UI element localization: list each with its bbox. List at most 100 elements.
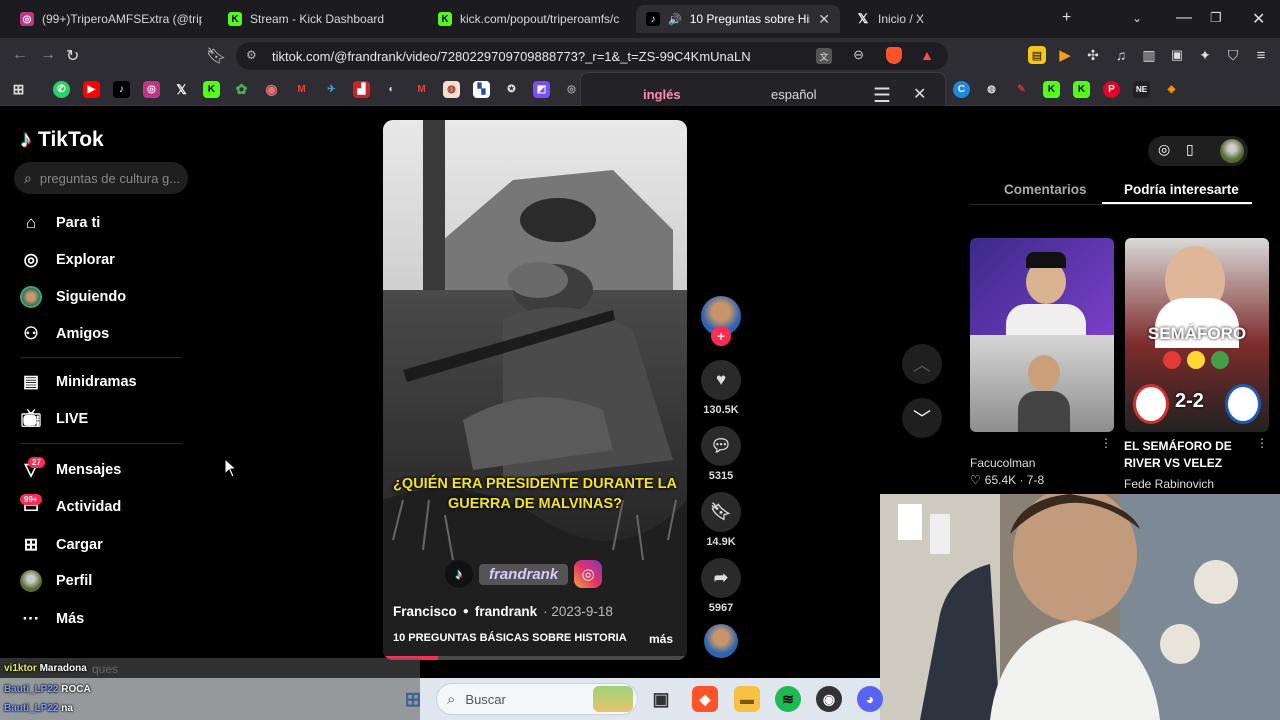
close-icon[interactable]: ✕ bbox=[913, 84, 926, 104]
x-icon[interactable]: 𝕏 bbox=[173, 81, 190, 98]
gmail-icon[interactable]: M bbox=[413, 81, 430, 98]
target-language-tab[interactable]: español bbox=[771, 87, 817, 102]
tiktok-logo[interactable]: ♪ TikTok bbox=[20, 126, 104, 154]
restore-icon[interactable]: ❐ bbox=[1210, 10, 1222, 26]
sidebar-item-perfil[interactable]: Perfil bbox=[20, 570, 92, 592]
card-author[interactable]: Facucolman bbox=[970, 456, 1035, 470]
sidebar-item-cargar[interactable]: ⊞ Cargar bbox=[20, 534, 103, 556]
tiktok-icon[interactable]: ♪ bbox=[113, 81, 130, 98]
tab-podria-interesarte[interactable]: Podría interesarte bbox=[1124, 182, 1239, 197]
bookmark-site-icon[interactable]: ◎ bbox=[563, 81, 580, 98]
browser-tab[interactable]: ◎ (99+)TriperoAMFSExtra (@tripero bbox=[10, 5, 212, 33]
bookmark-site-icon[interactable]: NE bbox=[1133, 81, 1150, 98]
related-video-thumbnail[interactable] bbox=[970, 238, 1114, 432]
translate-icon[interactable]: 文 bbox=[816, 48, 832, 64]
author-name[interactable]: Francisco bbox=[393, 604, 457, 619]
file-explorer-icon[interactable]: ▬ bbox=[734, 686, 760, 712]
browser-tab-active[interactable]: ♪ 🔊 10 Preguntas sobre Histo ✕ bbox=[636, 5, 840, 33]
more-link[interactable]: más bbox=[649, 632, 673, 646]
sidebar-item-mas[interactable]: ··· Más bbox=[20, 608, 85, 630]
bookmark-icon[interactable]: 🔖︎ bbox=[206, 46, 226, 66]
menu-icon[interactable]: ☰ bbox=[873, 83, 891, 108]
sidebar-item-minidramas[interactable]: ▤ Minidramas bbox=[20, 371, 137, 393]
sidebar-item-para-ti[interactable]: ⌂ Para ti bbox=[20, 212, 100, 234]
browser-tab[interactable]: 𝕏 Inicio / X bbox=[846, 5, 1048, 33]
speaker-icon[interactable]: 🔊 bbox=[668, 13, 682, 26]
previous-video-button[interactable]: ︿ bbox=[902, 344, 942, 384]
extension-icon[interactable]: ▤ bbox=[1028, 46, 1046, 64]
card-title[interactable]: EL SEMÁFORO DE RIVER VS VELEZ bbox=[1124, 438, 1254, 472]
music-icon[interactable]: ♫ bbox=[1112, 46, 1130, 64]
card-author[interactable]: Fede Rabinovich bbox=[1124, 477, 1214, 491]
source-language-tab[interactable]: inglés bbox=[643, 87, 681, 102]
video-player[interactable]: ¿QUIÉN ERA PRESIDENTE DURANTE LA GUERRA … bbox=[383, 120, 687, 660]
sound-avatar[interactable] bbox=[700, 624, 742, 662]
next-video-button[interactable]: ﹀ bbox=[902, 398, 942, 438]
pinterest-icon[interactable]: P bbox=[1103, 81, 1120, 98]
browser-tab[interactable]: K kick.com/popout/triperoamfs/ch bbox=[428, 5, 630, 33]
bookmark-site-icon[interactable]: C bbox=[953, 81, 970, 98]
new-tab-icon[interactable]: + bbox=[1062, 9, 1071, 27]
tab-comentarios[interactable]: Comentarios bbox=[1004, 182, 1087, 197]
close-window-icon[interactable]: ✕ bbox=[1252, 9, 1265, 29]
more-options-icon[interactable]: ⋮ bbox=[1256, 436, 1268, 450]
kick-icon[interactable]: K bbox=[203, 81, 220, 98]
task-view-icon[interactable]: ▣ bbox=[648, 686, 674, 712]
play-extension-icon[interactable]: ▶ bbox=[1056, 46, 1074, 64]
discord-icon[interactable]: ◕ bbox=[857, 686, 883, 712]
bookmark-site-icon[interactable]: ◈ bbox=[1163, 81, 1180, 98]
gmail-icon[interactable]: M bbox=[293, 81, 310, 98]
device-icon[interactable]: ▯ bbox=[1186, 141, 1194, 158]
address-bar[interactable]: ⚙ tiktok.com/@frandrank/video/7280229709… bbox=[236, 42, 948, 70]
bookmark-site-icon[interactable]: ◍ bbox=[983, 81, 1000, 98]
comment-button[interactable]: 💬︎ 5315 bbox=[700, 426, 742, 482]
bookmark-site-icon[interactable]: ✎ bbox=[1013, 81, 1030, 98]
bookmark-site-icon[interactable]: ▟ bbox=[353, 81, 370, 98]
back-icon[interactable]: ← bbox=[12, 46, 28, 64]
follow-plus-icon[interactable]: + bbox=[711, 326, 731, 346]
kick-icon[interactable]: K bbox=[1073, 81, 1090, 98]
bookmark-site-icon[interactable]: ✈ bbox=[323, 81, 340, 98]
like-button[interactable]: ♥ 130.5K bbox=[700, 360, 742, 416]
instagram-icon[interactable]: ◎ bbox=[143, 81, 160, 98]
brave-rewards-icon[interactable]: ▲ bbox=[920, 47, 934, 63]
zoom-icon[interactable]: ⊖ bbox=[853, 47, 864, 63]
bookmark-site-icon[interactable]: ▚ bbox=[473, 81, 490, 98]
close-tab-icon[interactable]: ✕ bbox=[818, 11, 830, 28]
sidebar-icon[interactable]: ▥ bbox=[1140, 46, 1158, 64]
taskbar-search-input[interactable]: ⌕ Buscar bbox=[436, 683, 638, 715]
bookmark-site-icon[interactable]: ◐ bbox=[383, 81, 400, 98]
bookmark-site-icon[interactable]: ◍ bbox=[443, 81, 460, 98]
youtube-icon[interactable]: ▶ bbox=[83, 81, 100, 98]
kick-icon[interactable]: K bbox=[1043, 81, 1060, 98]
share-button[interactable]: ➦ 5967 bbox=[700, 558, 742, 614]
apps-grid-icon[interactable]: ⊞ bbox=[10, 81, 27, 98]
save-button[interactable]: 🔖︎ 14.9K bbox=[700, 492, 742, 548]
bookmark-site-icon[interactable]: ✿ bbox=[233, 81, 250, 98]
chevron-down-icon[interactable]: ⌄ bbox=[1132, 11, 1142, 25]
bookmark-site-icon[interactable]: ◉ bbox=[263, 81, 280, 98]
video-progress-track[interactable] bbox=[383, 656, 687, 660]
whatsapp-icon[interactable]: ✆ bbox=[53, 81, 70, 98]
brave-icon[interactable]: ◆ bbox=[692, 686, 718, 712]
bookmark-site-icon[interactable]: ✪ bbox=[503, 81, 520, 98]
minimize-icon[interactable]: — bbox=[1176, 9, 1192, 27]
forward-icon[interactable]: → bbox=[40, 46, 56, 64]
sidebar-item-siguiendo[interactable]: Siguiendo bbox=[20, 286, 126, 308]
browser-tab[interactable]: K Stream - Kick Dashboard bbox=[218, 5, 420, 33]
author-handle[interactable]: frandrank bbox=[475, 604, 537, 619]
related-video-thumbnail[interactable]: SEMÁFORO 2-2 bbox=[1125, 238, 1269, 432]
leo-ai-icon[interactable]: ✦ bbox=[1196, 46, 1214, 64]
wallet-icon[interactable]: ▣ bbox=[1168, 46, 1186, 64]
reload-icon[interactable]: ↻ bbox=[66, 46, 79, 66]
bookmark-site-icon[interactable]: ◩ bbox=[533, 81, 550, 98]
menu-icon[interactable]: ≡ bbox=[1252, 46, 1270, 64]
brave-shields-icon[interactable] bbox=[886, 47, 902, 64]
more-options-icon[interactable]: ⋮ bbox=[1100, 436, 1112, 450]
search-input[interactable]: ⌕ preguntas de cultura g... bbox=[14, 162, 188, 194]
compass-icon[interactable]: ◎ bbox=[1158, 141, 1170, 158]
site-settings-icon[interactable]: ⚙ bbox=[246, 48, 257, 62]
creator-avatar[interactable]: + bbox=[700, 296, 742, 346]
sidebar-item-amigos[interactable]: ⚇ Amigos bbox=[20, 323, 109, 345]
sidebar-item-explorar[interactable]: ◎ Explorar bbox=[20, 249, 115, 271]
